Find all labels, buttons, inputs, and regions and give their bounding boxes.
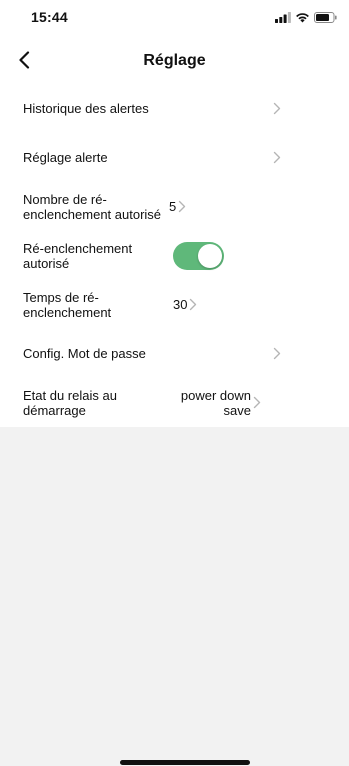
- row-label: Ré-enclenchement autorisé: [23, 240, 133, 271]
- page-title: Réglage: [143, 52, 206, 69]
- row-label: Réglage alerte: [23, 150, 108, 165]
- settings-row-reclosing-allowed: Ré-enclenchement autorisé: [0, 231, 349, 280]
- status-icons: [275, 10, 337, 28]
- chevron-right-icon: [189, 298, 197, 312]
- settings-row-reclosing-time[interactable]: Temps de ré-enclenchement 30: [0, 280, 349, 329]
- reclosing-allowed-toggle[interactable]: [173, 241, 224, 270]
- toggle-knob: [198, 243, 222, 268]
- settings-row-password-config[interactable]: Config. Mot de passe: [0, 329, 349, 378]
- status-bar: 15:44: [0, 0, 349, 40]
- settings-list: Historique des alertes Réglage alerte No…: [0, 84, 349, 427]
- chevron-right-icon: [273, 347, 281, 361]
- signal-icon: [275, 10, 291, 28]
- navigation-bar: Réglage: [0, 40, 349, 84]
- row-label: Nombre de ré-enclenchement autorisé: [23, 191, 162, 222]
- wifi-icon: [295, 10, 310, 28]
- row-value: power down save: [180, 387, 251, 418]
- row-label: Temps de ré-enclenchement: [23, 289, 112, 320]
- chevron-right-icon: [253, 396, 261, 410]
- chevron-right-icon: [178, 200, 186, 214]
- settings-screen: 15:44 Réglage Historique des alertes Rég…: [0, 0, 349, 766]
- row-value: 30: [173, 297, 188, 312]
- status-time: 15:44: [31, 9, 68, 25]
- battery-icon: [314, 10, 337, 28]
- home-indicator: [120, 760, 250, 765]
- settings-row-relay-startup-state[interactable]: Etat du relais au démarrage power down s…: [0, 378, 349, 427]
- settings-row-alert-history[interactable]: Historique des alertes: [0, 84, 349, 133]
- row-value: 5: [169, 199, 177, 214]
- settings-row-reclosing-count[interactable]: Nombre de ré-enclenchement autorisé 5: [0, 182, 349, 231]
- chevron-right-icon: [273, 151, 281, 165]
- row-label: Etat du relais au démarrage: [23, 387, 117, 418]
- settings-row-alert-setting[interactable]: Réglage alerte: [0, 133, 349, 182]
- chevron-right-icon: [273, 102, 281, 116]
- row-label: Historique des alertes: [23, 101, 149, 116]
- row-label: Config. Mot de passe: [23, 346, 146, 361]
